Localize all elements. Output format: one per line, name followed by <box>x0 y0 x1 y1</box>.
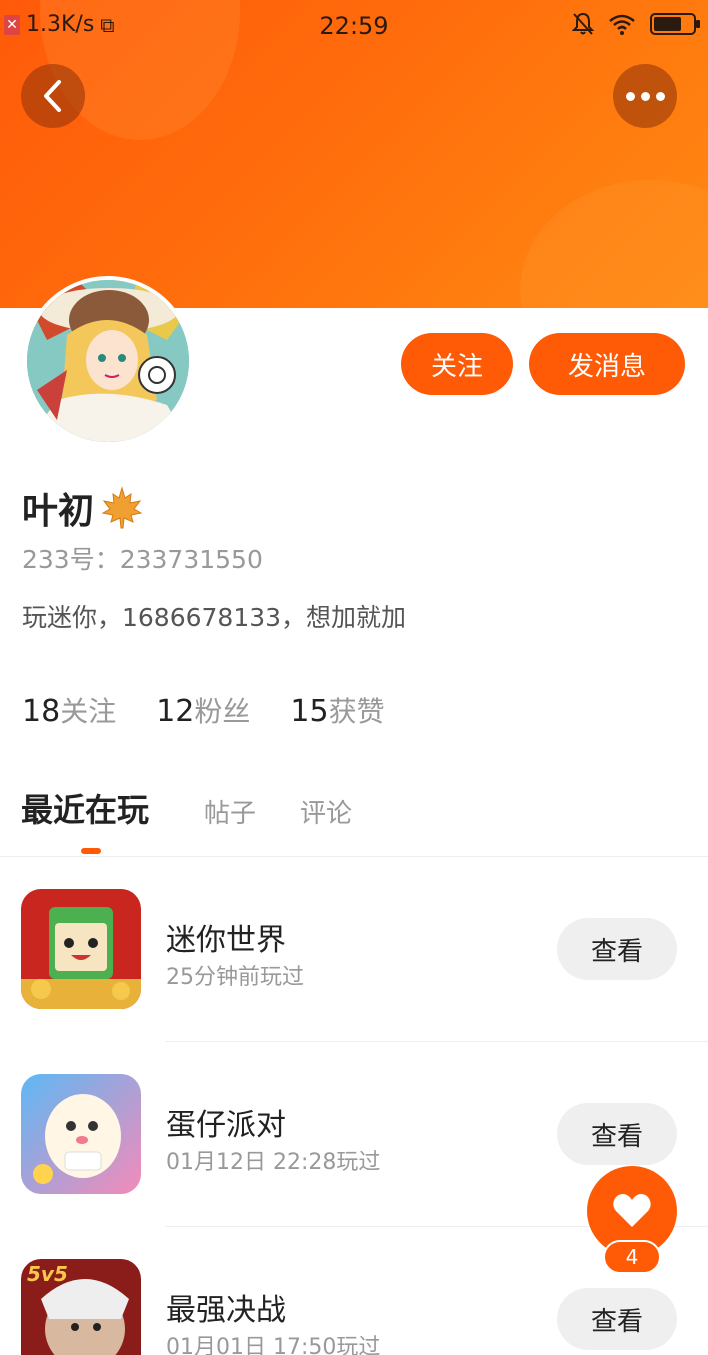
stat-label: 获赞 <box>328 695 385 728</box>
status-right <box>572 12 700 36</box>
stat-number: 18 <box>22 694 61 729</box>
tab-posts[interactable]: 帖子 <box>204 793 256 830</box>
view-game-button[interactable]: 查看 <box>557 918 677 980</box>
list-item[interactable]: 迷你世界 25分钟前玩过 查看 <box>0 857 708 1042</box>
follow-button[interactable]: 关注 <box>401 333 513 395</box>
game-icon-strongest-duel: 5v5 <box>21 1259 141 1355</box>
tab-comments[interactable]: 评论 <box>300 793 352 830</box>
game-name: 最强决战 <box>166 1293 286 1328</box>
game-last-played: 01月01日 17:50玩过 <box>166 1335 381 1355</box>
more-options-button[interactable] <box>613 64 677 128</box>
send-message-button[interactable]: 发消息 <box>529 333 685 395</box>
active-tab-indicator <box>81 848 101 854</box>
game-name: 蛋仔派对 <box>166 1108 286 1143</box>
profile-stats: 18关注 12粉丝 15获赞 <box>22 690 385 730</box>
list-item[interactable]: 5v5 最强决战 01月01日 17:50玩过 查看 <box>0 1227 708 1355</box>
user-id: 233号：233731550 <box>22 545 263 574</box>
back-button[interactable] <box>21 64 85 128</box>
maple-leaf-icon <box>101 486 143 529</box>
battery-level <box>654 17 681 31</box>
banner-decoration <box>520 180 708 308</box>
battery-icon <box>650 13 700 35</box>
stat-label: 粉丝 <box>194 695 251 728</box>
stat-label: 关注 <box>60 695 117 728</box>
stat-following[interactable]: 18关注 <box>22 690 116 730</box>
game-last-played: 25分钟前玩过 <box>166 965 304 990</box>
stat-likes[interactable]: 15获赞 <box>290 690 384 730</box>
view-game-button[interactable]: 查看 <box>557 1288 677 1350</box>
profile-tabs: 最近在玩 帖子 评论 <box>0 785 708 857</box>
mute-bell-icon <box>572 12 594 35</box>
status-bar: ✕ 1.3K/s ⧉ 22:59 <box>0 0 708 50</box>
profile-name: 叶初 <box>22 491 95 532</box>
profile-header-banner: ✕ 1.3K/s ⧉ 22:59 <box>0 0 708 308</box>
game-last-played: 01月12日 22:28玩过 <box>166 1150 381 1175</box>
profile-name-row: 叶初 <box>22 482 144 534</box>
stat-number: 15 <box>290 694 329 729</box>
stat-fans[interactable]: 12粉丝 <box>156 690 250 730</box>
chevron-left-icon <box>44 80 61 112</box>
wifi-icon <box>609 14 635 35</box>
game-name: 迷你世界 <box>166 923 286 958</box>
game-icon-mini-world <box>21 889 141 1009</box>
like-count-badge: 4 <box>603 1240 661 1274</box>
game-badge: 5v5 <box>27 1262 68 1286</box>
stat-number: 12 <box>156 694 195 729</box>
more-dots-icon <box>625 91 665 101</box>
user-bio: 玩迷你，1686678133，想加就加 <box>22 603 407 632</box>
avatar[interactable] <box>23 276 193 446</box>
heart-icon <box>613 1194 651 1227</box>
game-icon-eggy-party <box>21 1074 141 1194</box>
tab-recently-played[interactable]: 最近在玩 <box>21 785 149 831</box>
view-game-button[interactable]: 查看 <box>557 1103 677 1165</box>
avatar-illustration <box>27 280 189 442</box>
